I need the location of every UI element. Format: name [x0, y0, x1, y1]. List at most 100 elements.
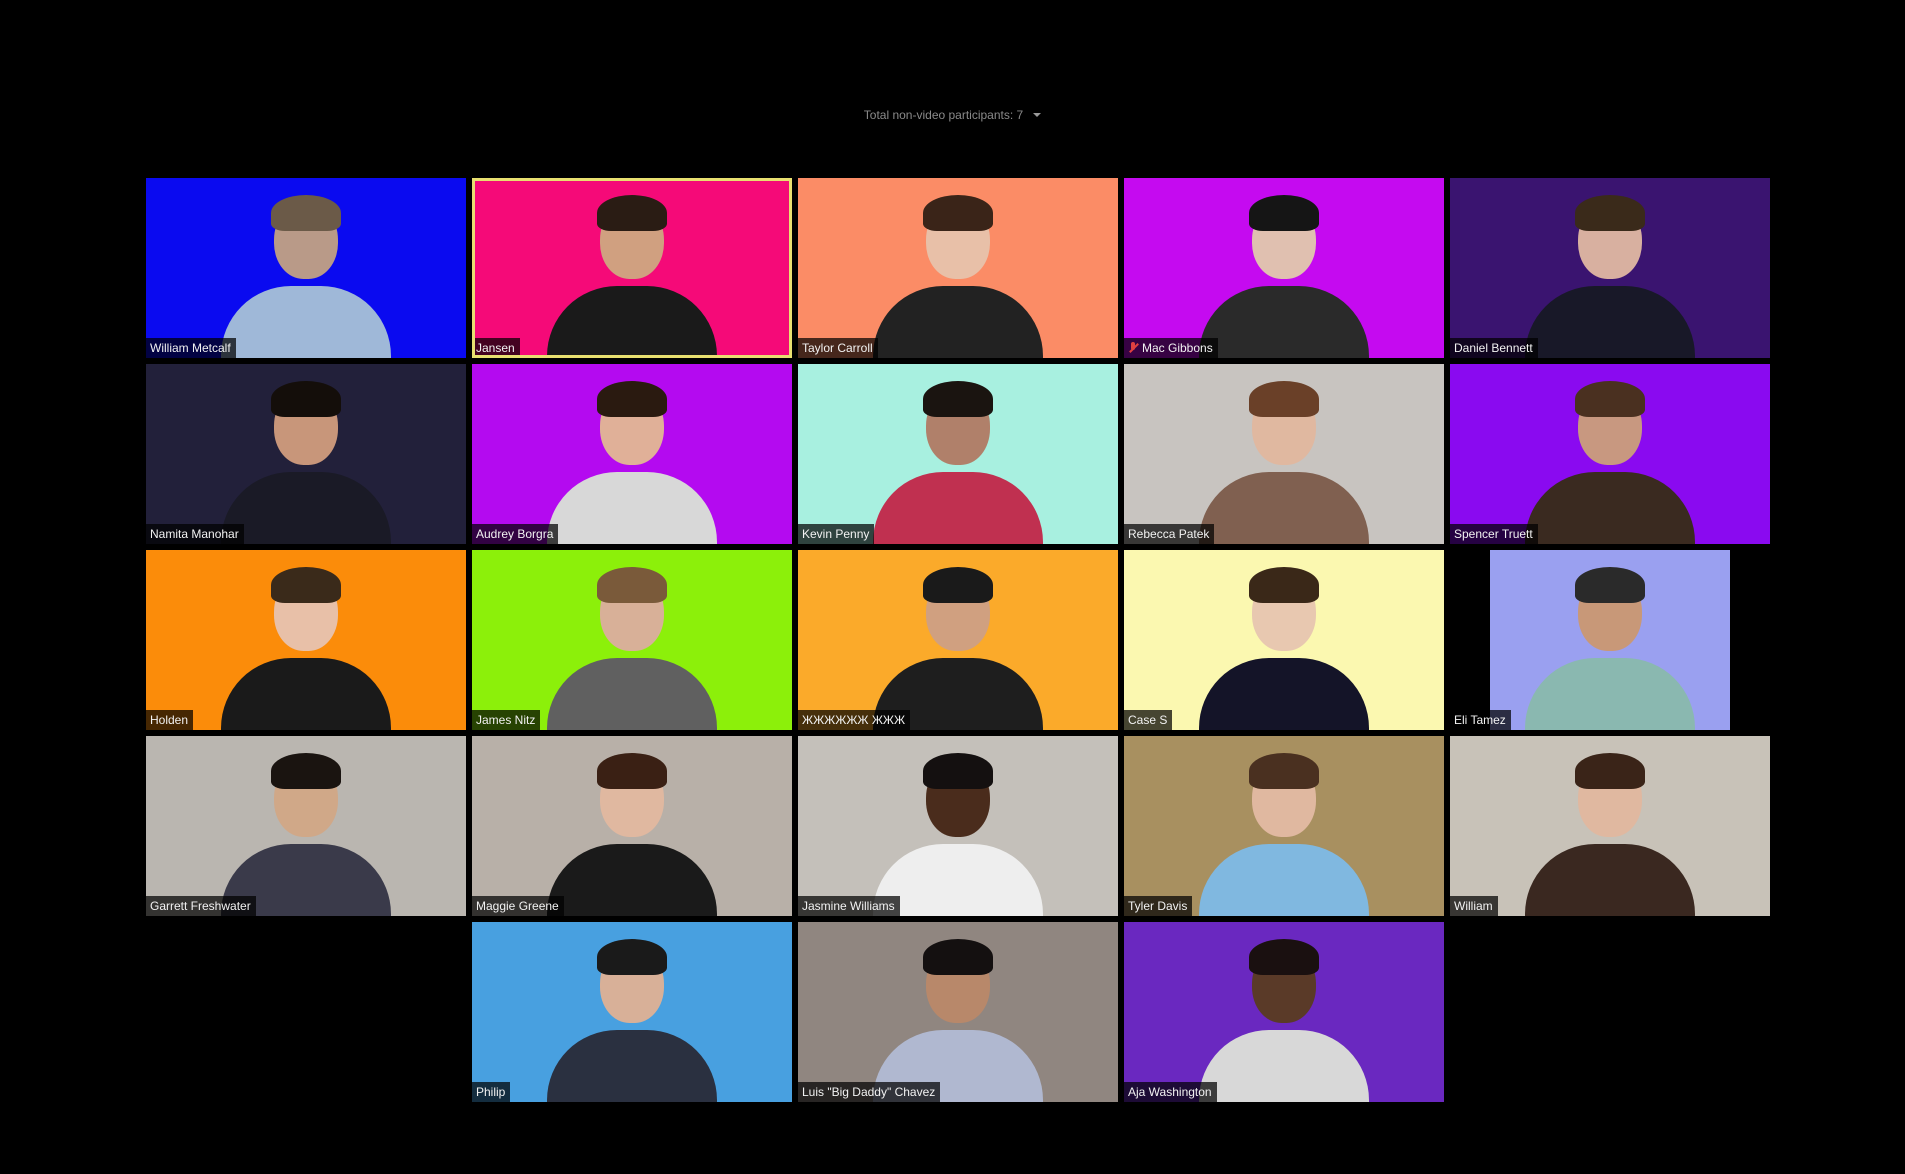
participant-video-tile[interactable]: Namita Manohar: [146, 364, 466, 544]
participant-video-tile[interactable]: Case S: [1124, 550, 1444, 730]
participant-avatar: [221, 565, 391, 730]
participant-video-tile[interactable]: Taylor Carroll: [798, 178, 1118, 358]
participant-video-tile[interactable]: Mac Gibbons: [1124, 178, 1444, 358]
participant-name-tag: Daniel Bennett: [1450, 338, 1538, 358]
video-feed: [146, 736, 466, 916]
participant-video-tile[interactable]: Kevin Penny: [798, 364, 1118, 544]
participant-name-tag: Mac Gibbons: [1124, 338, 1218, 358]
video-feed: [1124, 736, 1444, 916]
participant-name: Philip: [476, 1085, 506, 1099]
video-feed: [472, 922, 792, 1102]
participant-name-tag: William: [1450, 896, 1498, 916]
participant-video-tile[interactable]: Tyler Davis: [1124, 736, 1444, 916]
participant-name: Tyler Davis: [1128, 899, 1188, 913]
participant-name-tag: Luis "Big Daddy" Chavez: [798, 1082, 941, 1102]
participant-avatar: [547, 751, 717, 916]
participant-video-tile[interactable]: William: [1450, 736, 1770, 916]
zoom-gallery-view: Total non-video participants: 7 William …: [0, 0, 1905, 1174]
video-feed: [1124, 922, 1444, 1102]
participant-name: Case S: [1128, 713, 1168, 727]
participant-name: Aja Washington: [1128, 1085, 1212, 1099]
participant-video-tile[interactable]: Jansen: [472, 178, 792, 358]
participant-avatar: [221, 193, 391, 358]
video-feed: [146, 364, 466, 544]
participant-avatar: [873, 937, 1043, 1102]
participant-name-tag: Eli Tamez: [1450, 710, 1511, 730]
participant-name-tag: ЖЖЖЖЖЖ ЖЖЖ: [798, 710, 911, 730]
participant-name: Jasmine Williams: [802, 899, 895, 913]
video-feed: [798, 736, 1118, 916]
video-grid: William Metcalf Jansen Taylor Carroll Mac G…: [146, 178, 1770, 1108]
participant-video-tile[interactable]: Holden: [146, 550, 466, 730]
participant-video-tile[interactable]: Rebecca Patek: [1124, 364, 1444, 544]
video-feed: [1124, 178, 1444, 358]
participant-avatar: [547, 193, 717, 358]
non-video-participants-bar: Total non-video participants: 7: [0, 108, 1905, 122]
participant-avatar: [1199, 193, 1369, 358]
participant-video-tile[interactable]: James Nitz: [472, 550, 792, 730]
video-feed: [472, 364, 792, 544]
participant-name-tag: Case S: [1124, 710, 1173, 730]
participant-name-tag: Rebecca Patek: [1124, 524, 1215, 544]
participant-avatar: [1525, 751, 1695, 916]
participant-video-tile[interactable]: Maggie Greene: [472, 736, 792, 916]
video-feed: [146, 178, 466, 358]
participant-video-tile[interactable]: Eli Tamez: [1450, 550, 1770, 730]
participant-name: Maggie Greene: [476, 899, 559, 913]
participant-name-tag: Garrett Freshwater: [146, 896, 256, 916]
video-feed: [1450, 364, 1770, 544]
participant-name: Kevin Penny: [802, 527, 870, 541]
video-feed: [1450, 736, 1770, 916]
muted-microphone-icon: [1128, 342, 1138, 354]
participant-video-tile[interactable]: Philip: [472, 922, 792, 1102]
participant-avatar: [873, 193, 1043, 358]
participant-video-tile[interactable]: Audrey Borgra: [472, 364, 792, 544]
participant-name: ЖЖЖЖЖЖ ЖЖЖ: [802, 713, 906, 727]
video-feed: [1490, 550, 1730, 730]
participant-video-tile[interactable]: Daniel Bennett: [1450, 178, 1770, 358]
video-row: Philip Luis "Big Daddy" Chavez Aja Washing…: [146, 922, 1770, 1102]
participant-video-tile[interactable]: William Metcalf: [146, 178, 466, 358]
participant-name-tag: Tyler Davis: [1124, 896, 1193, 916]
participant-video-tile[interactable]: Jasmine Williams: [798, 736, 1118, 916]
participant-name: Jansen: [476, 341, 515, 355]
participant-name-tag: Holden: [146, 710, 194, 730]
participant-name: Luis "Big Daddy" Chavez: [802, 1085, 936, 1099]
participant-avatar: [547, 937, 717, 1102]
participant-name: Rebecca Patek: [1128, 527, 1210, 541]
participant-name-tag: Taylor Carroll: [798, 338, 878, 358]
participant-avatar: [221, 751, 391, 916]
video-row: Namita Manohar Audrey Borgra Kevin Penny Re…: [146, 364, 1770, 544]
participant-avatar: [221, 379, 391, 544]
video-feed: [146, 550, 466, 730]
participant-avatar: [1199, 937, 1369, 1102]
participant-avatar: [1199, 565, 1369, 730]
participant-name: Daniel Bennett: [1454, 341, 1533, 355]
participant-name-tag: Philip: [472, 1082, 511, 1102]
participant-video-tile[interactable]: Aja Washington: [1124, 922, 1444, 1102]
participant-name: Holden: [150, 713, 189, 727]
participant-name: Audrey Borgra: [476, 527, 554, 541]
participant-name: James Nitz: [476, 713, 536, 727]
participant-name-tag: Maggie Greene: [472, 896, 564, 916]
participant-avatar: [873, 751, 1043, 916]
non-video-participants-toggle[interactable]: Total non-video participants: 7: [863, 108, 1042, 122]
participant-video-tile[interactable]: Luis "Big Daddy" Chavez: [798, 922, 1118, 1102]
participant-name: Spencer Truett: [1454, 527, 1533, 541]
participant-name: Namita Manohar: [150, 527, 239, 541]
participant-name: Garrett Freshwater: [150, 899, 251, 913]
participant-video-tile[interactable]: ЖЖЖЖЖЖ ЖЖЖ: [798, 550, 1118, 730]
participant-video-tile[interactable]: Spencer Truett: [1450, 364, 1770, 544]
participant-avatar: [873, 565, 1043, 730]
video-row: Garrett Freshwater Maggie Greene Jasmine W…: [146, 736, 1770, 916]
participant-avatar: [1525, 193, 1695, 358]
video-feed: [472, 736, 792, 916]
video-feed: [472, 178, 792, 358]
participant-name: William: [1454, 899, 1493, 913]
participant-video-tile[interactable]: Garrett Freshwater: [146, 736, 466, 916]
participant-name-tag: James Nitz: [472, 710, 541, 730]
participant-name-tag: Spencer Truett: [1450, 524, 1538, 544]
participant-name: Mac Gibbons: [1142, 341, 1213, 355]
participant-name-tag: Namita Manohar: [146, 524, 244, 544]
non-video-participants-label: Total non-video participants: 7: [863, 108, 1024, 122]
